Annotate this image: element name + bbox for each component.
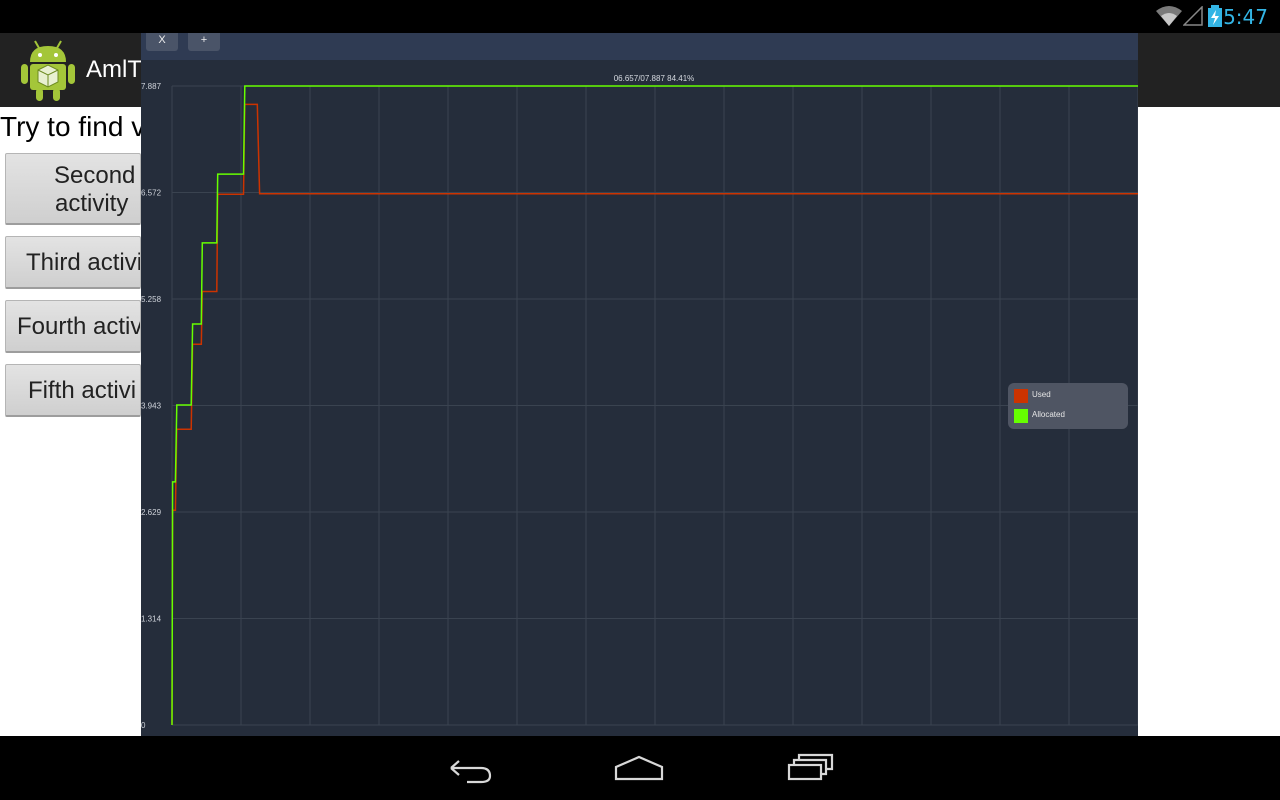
memory-chart: 7.887 6.572 5.258 3.943 2.629 1.314 0 06.657/07… bbox=[141, 74, 1138, 730]
android-robot-icon[interactable] bbox=[18, 38, 78, 102]
battery-charging-icon bbox=[1208, 5, 1222, 27]
legend-swatch-used bbox=[1014, 389, 1028, 403]
app-title: AmlT bbox=[86, 56, 142, 83]
fourth-activity-button[interactable]: Fourth activ bbox=[5, 300, 141, 353]
third-activity-label: Third activi bbox=[26, 249, 141, 276]
chart-legend: Used Allocated bbox=[1008, 383, 1128, 429]
y-tick-label: 1.314 bbox=[141, 615, 162, 624]
recent-apps-icon[interactable] bbox=[786, 752, 836, 786]
cell-signal-icon bbox=[1183, 6, 1203, 26]
y-tick-label: 5.258 bbox=[141, 295, 162, 304]
y-tick-label: 3.943 bbox=[141, 402, 162, 411]
home-icon[interactable] bbox=[614, 752, 664, 786]
second-activity-label-line2: activity bbox=[55, 190, 129, 217]
wifi-icon bbox=[1156, 6, 1182, 26]
legend-swatch-allocated bbox=[1014, 409, 1028, 423]
y-tick-label: 2.629 bbox=[141, 508, 162, 517]
clock: 5:47 bbox=[1223, 5, 1268, 29]
status-bar: 5:47 bbox=[0, 0, 1280, 33]
legend-label-used: Used bbox=[1032, 390, 1051, 399]
fourth-activity-label: Fourth activ bbox=[17, 313, 141, 340]
fifth-activity-label: Fifth activi bbox=[28, 377, 137, 404]
chart-title: 06.657/07.887 84.41% bbox=[614, 74, 695, 83]
y-tick-label: 7.887 bbox=[141, 82, 162, 91]
y-tick-label: 6.572 bbox=[141, 189, 162, 198]
memory-chart-overlay: X + 7.887 6.572 5.258 3.943 2.629 1.314 0 06.65… bbox=[141, 33, 1138, 736]
legend-label-allocated: Allocated bbox=[1032, 410, 1065, 419]
third-activity-button[interactable]: Third activi bbox=[5, 236, 141, 289]
fifth-activity-button[interactable]: Fifth activi bbox=[5, 364, 141, 417]
prompt-text: Try to find v bbox=[0, 111, 146, 142]
second-activity-button[interactable]: Second activity bbox=[5, 153, 141, 225]
back-icon[interactable] bbox=[445, 752, 495, 786]
second-activity-label-line1: Second bbox=[54, 162, 136, 189]
y-tick-label: 0 bbox=[141, 721, 146, 730]
